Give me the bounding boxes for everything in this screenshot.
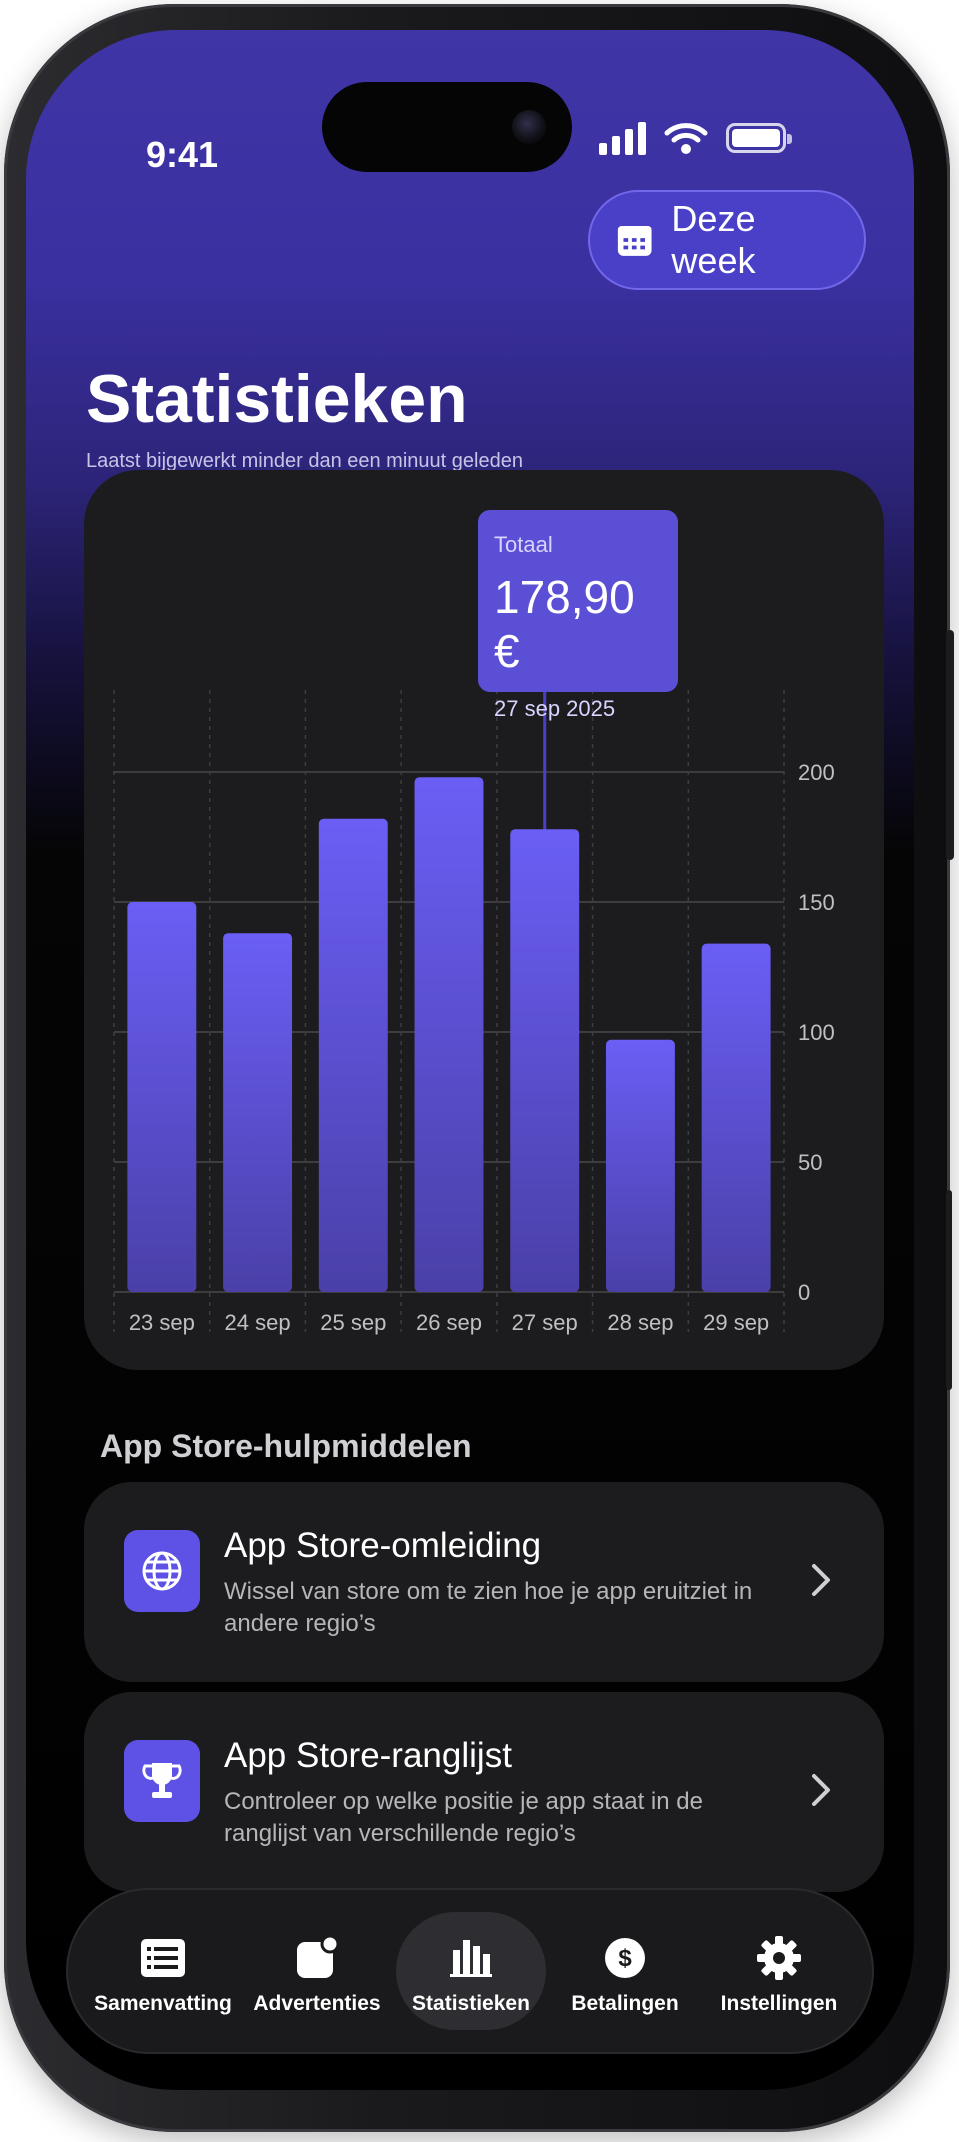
- period-button[interactable]: Deze week: [588, 190, 866, 290]
- x-tick-label: 23 sep: [129, 1310, 195, 1335]
- tool-description: Wissel van store om te zien hoe je app e…: [224, 1578, 753, 1637]
- section-title: App Store-hulpmiddelen: [100, 1428, 472, 1464]
- y-tick-label: 100: [798, 1020, 835, 1045]
- list-icon: [139, 1934, 187, 1982]
- x-tick-label: 26 sep: [416, 1310, 482, 1335]
- trophy-icon: [124, 1740, 200, 1822]
- wifi-icon: [664, 123, 708, 154]
- tab-advertenties[interactable]: Advertenties: [242, 1912, 392, 2030]
- tooltip-value: 178,90 €: [494, 571, 635, 677]
- tool-description: Controleer op welke positie je app staat…: [224, 1788, 703, 1847]
- tab-bar: Samenvatting Advertenties Statistieken $…: [66, 1888, 874, 2054]
- ad-badge-icon: [293, 1934, 341, 1982]
- status-time: 9:41: [146, 134, 219, 175]
- side-button: [946, 630, 954, 860]
- tooltip-label: Totaal: [494, 532, 553, 557]
- bar: [318, 818, 388, 1292]
- gear-icon: [755, 1934, 803, 1982]
- x-tick-label: 29 sep: [703, 1310, 769, 1335]
- y-tick-label: 0: [798, 1280, 810, 1305]
- svg-text:$: $: [618, 1945, 632, 1972]
- chart-tooltip: Totaal 178,90 € 27 sep 2025: [478, 510, 678, 721]
- bar: [701, 943, 771, 1292]
- x-tick-label: 24 sep: [225, 1310, 291, 1335]
- bar: [510, 829, 580, 1292]
- globe-icon: [124, 1530, 200, 1612]
- tab-label: Instellingen: [720, 1992, 838, 2015]
- chevron-right-icon: [812, 1774, 830, 1806]
- battery-icon: [726, 123, 792, 153]
- y-tick-label: 50: [798, 1150, 822, 1175]
- x-tick-label: 27 sep: [512, 1310, 578, 1335]
- tab-label: Samenvatting: [94, 1992, 232, 2015]
- tab-instellingen[interactable]: Instellingen: [704, 1912, 854, 2030]
- tool-card-redirect[interactable]: App Store-omleiding Wissel van store om …: [84, 1482, 884, 1682]
- tab-label: Statistieken: [412, 1992, 530, 2015]
- tab-label: Advertenties: [253, 1992, 381, 2015]
- tooltip-date: 27 sep 2025: [494, 696, 616, 721]
- revenue-chart-card[interactable]: 0 50 100 150 200 23 sep 24 sep 25 sep 26 sep 27 s…: [84, 470, 884, 1370]
- status-icons: [599, 118, 792, 158]
- period-button-label: Deze week: [671, 198, 756, 281]
- calendar-icon: [617, 225, 652, 256]
- tool-card-ranking[interactable]: App Store-ranglijst Controleer op welke …: [84, 1692, 884, 1892]
- side-button-lower: [946, 1190, 952, 1390]
- chevron-right-icon: [812, 1564, 830, 1596]
- screen: 9:41 Deze week Statistieken Laatst bijge…: [26, 30, 914, 2090]
- bar: [127, 902, 197, 1292]
- tab-samenvatting[interactable]: Samenvatting: [88, 1912, 238, 2030]
- tab-label: Betalingen: [571, 1992, 679, 2015]
- bar: [223, 933, 293, 1292]
- camera-icon: [512, 110, 546, 144]
- tool-title: App Store-omleiding: [224, 1526, 542, 1565]
- bar-chart-icon: [447, 1934, 495, 1982]
- y-tick-label: 150: [798, 890, 835, 915]
- dynamic-island: [322, 82, 572, 172]
- x-tick-label: 25 sep: [320, 1310, 386, 1335]
- x-tick-label: 28 sep: [607, 1310, 673, 1335]
- page-title: Statistieken: [86, 361, 468, 437]
- tab-statistieken[interactable]: Statistieken: [396, 1912, 546, 2030]
- bar: [414, 777, 484, 1292]
- tool-title: App Store-ranglijst: [224, 1736, 512, 1775]
- signal-icon: [599, 121, 646, 155]
- bar: [605, 1039, 675, 1292]
- dollar-icon: $: [601, 1934, 649, 1982]
- y-tick-label: 200: [798, 760, 835, 785]
- tab-betalingen[interactable]: $ Betalingen: [550, 1912, 700, 2030]
